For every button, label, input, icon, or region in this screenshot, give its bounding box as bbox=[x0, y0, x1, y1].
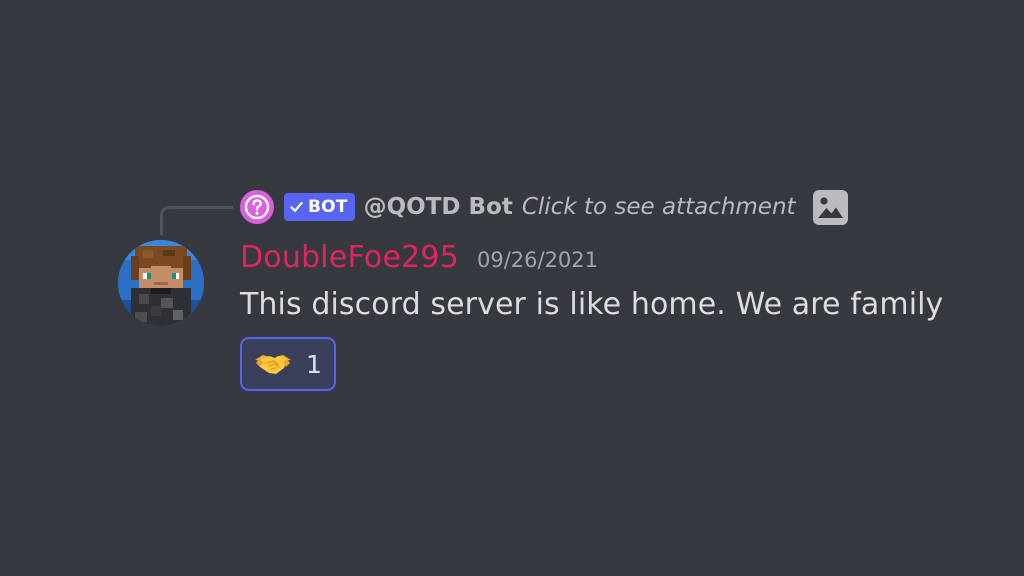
message-content: This discord server is like home. We are… bbox=[240, 287, 944, 322]
image-icon[interactable] bbox=[812, 189, 849, 226]
bot-tag-label: BOT bbox=[308, 197, 348, 217]
chat-message: BOT @QOTD Bot Click to see attachment Do… bbox=[0, 0, 1024, 576]
reaction-handshake[interactable]: 1 bbox=[240, 337, 336, 391]
timestamp: 09/26/2021 bbox=[476, 248, 599, 272]
reply-author[interactable]: @QOTD Bot bbox=[364, 194, 513, 220]
handshake-icon bbox=[254, 351, 292, 377]
message-header: DoubleFoe295 09/26/2021 bbox=[240, 240, 598, 284]
reply-avatar[interactable] bbox=[240, 190, 274, 224]
username[interactable]: DoubleFoe295 bbox=[240, 240, 459, 275]
bot-tag: BOT bbox=[284, 193, 355, 221]
reply-reference[interactable]: BOT @QOTD Bot Click to see attachment bbox=[240, 188, 849, 226]
question-mark-icon bbox=[244, 194, 270, 220]
avatar[interactable] bbox=[118, 240, 204, 326]
reply-spine bbox=[160, 206, 233, 235]
verified-check-icon bbox=[290, 201, 303, 213]
reaction-count: 1 bbox=[306, 349, 322, 379]
reply-content[interactable]: Click to see attachment bbox=[522, 194, 796, 220]
